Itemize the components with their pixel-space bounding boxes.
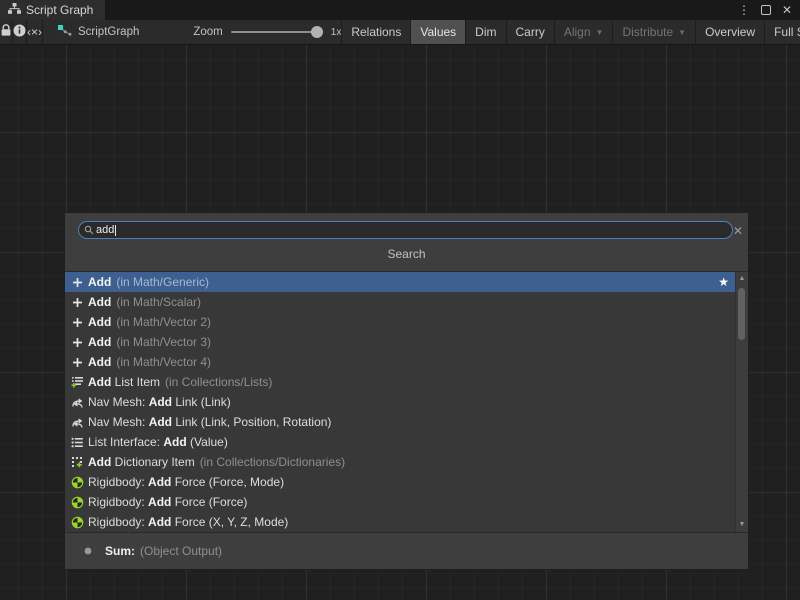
search-text: add — [96, 224, 114, 236]
graph-toolbar: ‹×› ScriptGraph Zoom 1x RelationsValuesD… — [0, 20, 800, 45]
toolbar-button-carry[interactable]: Carry — [506, 20, 554, 44]
fuzzy-finder-popup: add ✕ Search Add(in Math/Generic)★Add(in… — [65, 213, 748, 569]
result-label: Add(in Math/Vector 2) — [88, 315, 211, 329]
result-label: Nav Mesh: Add Link (Link, Position, Rota… — [88, 415, 331, 429]
finder-footer: Sum: (Object Output) — [65, 532, 748, 569]
search-icon — [84, 225, 94, 235]
toolbar-button-values[interactable]: Values — [410, 20, 465, 44]
scroll-down-icon[interactable]: ▼ — [736, 520, 748, 530]
menu-kebab-icon[interactable]: ⋮ — [738, 4, 750, 16]
chevron-down-icon: ▼ — [596, 28, 604, 37]
result-label: Add(in Math/Scalar) — [88, 295, 201, 309]
zoom-control: Zoom 1x — [193, 20, 341, 44]
plus-icon — [70, 337, 84, 348]
result-label: Add(in Math/Vector 4) — [88, 355, 211, 369]
finder-result-row[interactable]: Add(in Math/Vector 2) — [65, 312, 736, 332]
zoom-slider[interactable] — [231, 20, 323, 44]
tab-title: Script Graph — [26, 3, 93, 17]
toolbar-toggle-buttons: RelationsValuesDimCarryAlign▼Distribute▼… — [341, 20, 800, 44]
zoom-value: 1x — [331, 27, 342, 38]
navmesh-icon — [70, 396, 84, 408]
tab-script-graph[interactable]: Script Graph — [0, 0, 105, 20]
finder-result-row[interactable]: Add(in Math/Generic) ★ — [65, 272, 736, 292]
graph-canvas[interactable]: add ✕ Search Add(in Math/Generic)★Add(in… — [0, 45, 800, 600]
list-add-icon — [70, 376, 84, 388]
finder-results: Add(in Math/Generic) ★ Add(in Math/Scalar)… — [65, 272, 748, 532]
result-label: Add Dictionary Item(in Collections/Dicti… — [88, 455, 345, 469]
finder-result-row[interactable]: Add(in Math/Vector 4) — [65, 352, 736, 372]
result-label: Nav Mesh: Add Link (Link) — [88, 395, 231, 409]
result-label: Add List Item(in Collections/Lists) — [88, 375, 272, 389]
finder-result-row[interactable]: Nav Mesh: Add Link (Link) — [65, 392, 736, 412]
title-bar: Script Graph ⋮ ✕ — [0, 0, 800, 20]
finder-result-row[interactable]: Rigidbody: Add Force (X, Y, Z, Mode) — [65, 512, 736, 532]
navmesh-icon — [70, 416, 84, 428]
list-icon — [70, 437, 84, 448]
finder-result-row[interactable]: Rigidbody: Add Force (Force) — [65, 492, 736, 512]
finder-result-row[interactable]: Add(in Math/Scalar) — [65, 292, 736, 312]
footer-port-label: Sum: — [105, 544, 135, 558]
maximize-icon[interactable] — [761, 5, 771, 15]
script-graph-node-icon — [57, 24, 72, 40]
port-dot-icon — [84, 547, 92, 555]
search-input[interactable]: add — [78, 221, 733, 239]
graph-identity: ScriptGraph — [57, 20, 139, 44]
close-icon[interactable]: ✕ — [782, 4, 792, 16]
unity-script-graph-window: Script Graph ⋮ ✕ ‹×› ScriptGraph Zoom 1x — [0, 0, 800, 600]
finder-result-row[interactable]: Nav Mesh: Add Link (Link, Position, Rota… — [65, 412, 736, 432]
info-button[interactable] — [13, 20, 27, 44]
plus-icon — [70, 317, 84, 328]
graph-name-label: ScriptGraph — [78, 26, 139, 38]
rigidbody-icon — [70, 496, 84, 509]
finder-result-row[interactable]: Add(in Math/Vector 3) — [65, 332, 736, 352]
info-icon — [13, 24, 26, 40]
scrollbar-thumb[interactable] — [738, 288, 745, 340]
finder-result-list: Add(in Math/Generic) ★ Add(in Math/Scalar)… — [65, 272, 736, 532]
dict-add-icon — [70, 456, 84, 468]
toolbar-button-distribute: Distribute▼ — [612, 20, 695, 44]
finder-close-icon[interactable]: ✕ — [733, 224, 743, 238]
window-controls: ⋮ ✕ — [738, 0, 800, 20]
rigidbody-icon — [70, 476, 84, 489]
lock-button[interactable] — [0, 20, 13, 44]
favorite-star-icon[interactable]: ★ — [718, 275, 736, 289]
lock-icon — [0, 24, 12, 40]
chevron-down-icon: ▼ — [678, 28, 686, 37]
finder-result-row[interactable]: Add List Item(in Collections/Lists) — [65, 372, 736, 392]
footer-port-note: (Object Output) — [140, 544, 222, 558]
result-label: List Interface: Add (Value) — [88, 435, 228, 449]
result-label: Rigidbody: Add Force (X, Y, Z, Mode) — [88, 515, 288, 529]
plus-icon — [70, 357, 84, 368]
rigidbody-icon — [70, 516, 84, 529]
code-preview-button[interactable]: ‹×› — [27, 20, 43, 44]
zoom-slider-track — [231, 31, 323, 33]
toolbar-button-relations[interactable]: Relations — [341, 20, 410, 44]
result-label: Add(in Math/Vector 3) — [88, 335, 211, 349]
finder-title: Search — [65, 247, 748, 261]
result-label: Rigidbody: Add Force (Force, Mode) — [88, 475, 284, 489]
plus-icon — [70, 297, 84, 308]
finder-result-row[interactable]: Add Dictionary Item(in Collections/Dicti… — [65, 452, 736, 472]
graph-hierarchy-icon — [8, 3, 21, 17]
finder-result-row[interactable]: List Interface: Add (Value) — [65, 432, 736, 452]
result-label: Rigidbody: Add Force (Force) — [88, 495, 247, 509]
zoom-label: Zoom — [193, 26, 222, 38]
zoom-slider-knob[interactable] — [311, 26, 323, 38]
toolbar-button-overview[interactable]: Overview — [695, 20, 764, 44]
plus-icon — [70, 277, 84, 288]
scroll-up-icon[interactable]: ▲ — [736, 274, 748, 284]
result-label: Add(in Math/Generic) — [88, 275, 209, 289]
finder-result-row[interactable]: Rigidbody: Add Force (Force, Mode) — [65, 472, 736, 492]
scrollbar[interactable]: ▲ ▼ — [735, 272, 748, 532]
toolbar-button-dim[interactable]: Dim — [465, 20, 505, 44]
text-caret — [115, 225, 116, 236]
finder-header: add ✕ Search — [65, 213, 748, 272]
toolbar-button-align: Align▼ — [554, 20, 613, 44]
toolbar-button-full-screen[interactable]: Full Screen — [764, 20, 800, 44]
